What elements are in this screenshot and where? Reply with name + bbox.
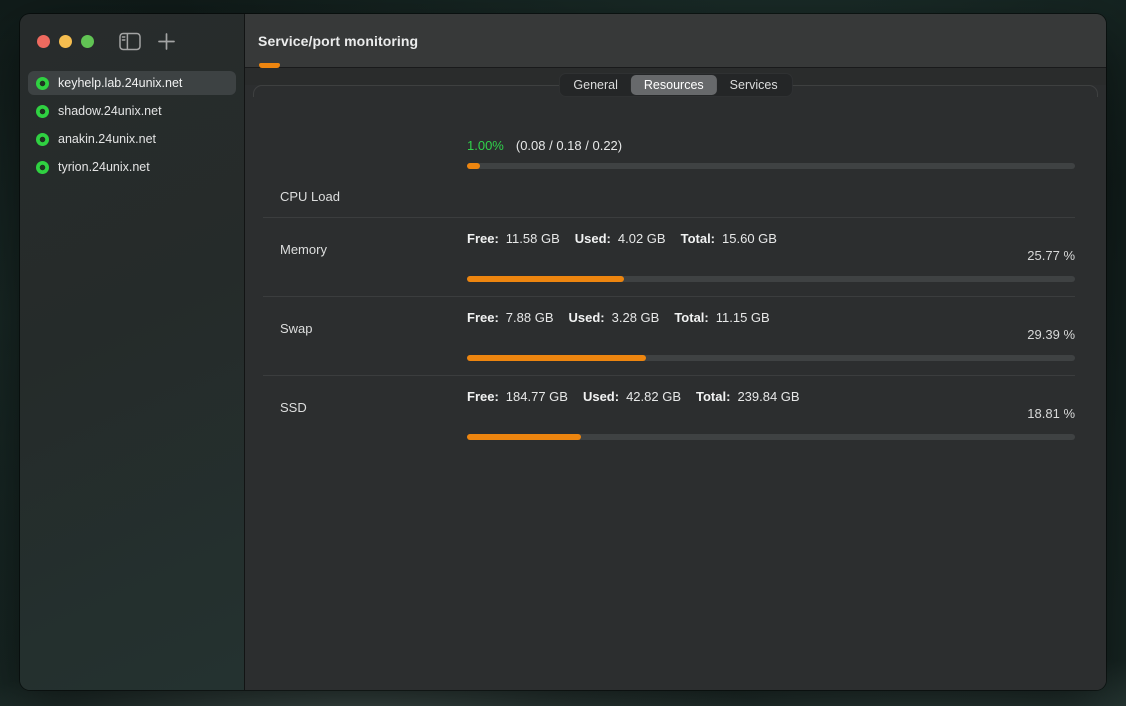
free-label: Free: <box>467 309 499 326</box>
row-label-swap: Swap <box>280 309 467 361</box>
zoom-button[interactable] <box>81 35 94 48</box>
memory-total-value: 15.60 GB <box>722 230 777 247</box>
server-list: keyhelp.lab.24unix.net shadow.24unix.net… <box>20 68 244 182</box>
used-label: Used: <box>569 309 605 326</box>
ssd-used-value: 42.82 GB <box>626 388 681 405</box>
total-label: Total: <box>681 230 715 247</box>
cpu-value-line: 1.00% (0.08 / 0.18 / 0.22) <box>467 137 1075 154</box>
memory-progress-fill <box>467 276 624 282</box>
tab-resources[interactable]: Resources <box>631 75 717 95</box>
minimize-button[interactable] <box>59 35 72 48</box>
swap-percent: 29.39 % <box>467 326 1075 343</box>
tab-general[interactable]: General <box>560 75 630 95</box>
app-window: keyhelp.lab.24unix.net shadow.24unix.net… <box>20 14 1106 690</box>
ssd-value-line: Free: 184.77 GB Used: 42.82 GB Total: 239.8… <box>467 388 1075 405</box>
titlebar-left <box>20 14 244 68</box>
status-online-icon <box>36 161 49 174</box>
server-name: keyhelp.lab.24unix.net <box>58 76 182 90</box>
resource-row-swap: Swap Free: 7.88 GB Used: 3.28 GB Total: 11.… <box>263 296 1075 375</box>
tab-services[interactable]: Services <box>717 75 791 95</box>
ssd-progress-fill <box>467 434 581 440</box>
ssd-percent: 18.81 % <box>467 405 1075 422</box>
plus-icon <box>157 32 176 51</box>
desktop-background: keyhelp.lab.24unix.net shadow.24unix.net… <box>0 0 1126 706</box>
resource-row-ssd: SSD Free: 184.77 GB Used: 42.82 GB Total: 2… <box>263 375 1075 454</box>
used-label: Used: <box>583 388 619 405</box>
status-online-icon <box>36 133 49 146</box>
server-name: tyrion.24unix.net <box>58 160 150 174</box>
swap-value-line: Free: 7.88 GB Used: 3.28 GB Total: 11.15 GB <box>467 309 1075 326</box>
total-label: Total: <box>674 309 708 326</box>
used-label: Used: <box>575 230 611 247</box>
cpu-progress-bar <box>467 163 1075 169</box>
sidebar-toggle-icon <box>119 32 141 51</box>
sidebar-item-tyrion[interactable]: tyrion.24unix.net <box>28 155 236 179</box>
memory-free-value: 11.58 GB <box>506 230 560 247</box>
scrolled-progress-peek <box>259 63 280 68</box>
sidebar-item-keyhelp[interactable]: keyhelp.lab.24unix.net <box>28 71 236 95</box>
tab-bar: General Resources Services <box>558 73 792 97</box>
window-titlebar: Service/port monitoring <box>245 14 1106 68</box>
free-label: Free: <box>467 388 499 405</box>
swap-progress-fill <box>467 355 646 361</box>
close-button[interactable] <box>37 35 50 48</box>
server-name: anakin.24unix.net <box>58 132 156 146</box>
main-panel: Service/port monitoring General Resource… <box>245 14 1106 690</box>
resource-row-memory: Memory Free: 11.58 GB Used: 4.02 GB Total:… <box>263 217 1075 296</box>
ssd-free-value: 184.77 GB <box>506 388 568 405</box>
row-label-ssd: SSD <box>280 388 467 440</box>
swap-used-value: 3.28 GB <box>612 309 660 326</box>
cpu-load-percent: 1.00% <box>467 137 504 154</box>
page-title: Service/port monitoring <box>258 33 418 49</box>
memory-value-line: Free: 11.58 GB Used: 4.02 GB Total: 15.60 G… <box>467 230 1075 247</box>
memory-used-value: 4.02 GB <box>618 230 666 247</box>
swap-progress-bar <box>467 355 1075 361</box>
cpu-progress-fill <box>467 163 480 169</box>
total-label: Total: <box>696 388 730 405</box>
memory-percent: 25.77 % <box>467 247 1075 264</box>
row-label-memory: Memory <box>280 230 467 282</box>
swap-total-value: 11.15 GB <box>716 309 770 326</box>
server-name: shadow.24unix.net <box>58 104 162 118</box>
ssd-progress-bar <box>467 434 1075 440</box>
window-controls <box>37 35 94 48</box>
ssd-total-value: 239.84 GB <box>737 388 799 405</box>
sidebar: keyhelp.lab.24unix.net shadow.24unix.net… <box>20 14 245 690</box>
status-online-icon <box>36 77 49 90</box>
resource-rows: CPU Load 1.00% (0.08 / 0.18 / 0.22) <box>245 85 1106 454</box>
toggle-sidebar-button[interactable] <box>117 28 143 54</box>
memory-progress-bar <box>467 276 1075 282</box>
row-label-cpu: CPU Load <box>280 137 467 204</box>
add-server-button[interactable] <box>153 28 179 54</box>
swap-free-value: 7.88 GB <box>506 309 554 326</box>
resource-row-cpu: CPU Load 1.00% (0.08 / 0.18 / 0.22) <box>263 85 1075 217</box>
cpu-load-averages: (0.08 / 0.18 / 0.22) <box>516 137 622 154</box>
sidebar-item-anakin[interactable]: anakin.24unix.net <box>28 127 236 151</box>
free-label: Free: <box>467 230 499 247</box>
status-online-icon <box>36 105 49 118</box>
sidebar-item-shadow[interactable]: shadow.24unix.net <box>28 99 236 123</box>
monitor-body: General Resources Services CPU Load 1.00… <box>245 68 1106 690</box>
